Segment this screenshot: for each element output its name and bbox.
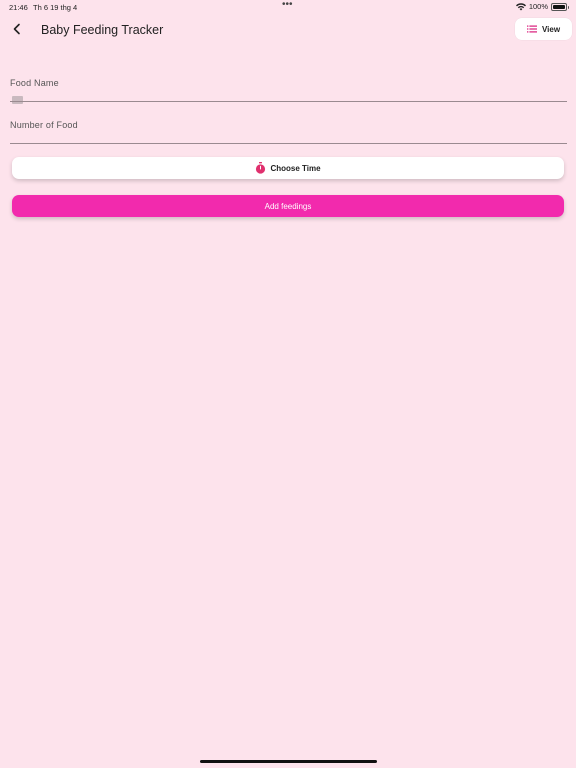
battery-percent: 100% [528, 2, 548, 11]
status-right: 100% [515, 2, 569, 11]
battery-icon [551, 2, 569, 11]
wifi-icon [515, 2, 526, 10]
number-of-food-underline [10, 143, 567, 144]
back-button[interactable] [8, 20, 26, 38]
add-feedings-label: Add feedings [264, 201, 312, 211]
status-date: Th 6 19 thg 4 [33, 3, 78, 12]
view-button[interactable]: View [515, 18, 572, 40]
page-title: Baby Feeding Tracker [41, 23, 164, 37]
view-button-label: View [541, 24, 561, 34]
multitasking-dots[interactable]: ••• [282, 0, 293, 10]
choose-time-label: Choose Time [270, 163, 321, 173]
food-name-input[interactable] [10, 92, 567, 106]
chevron-left-icon [13, 23, 20, 35]
food-name-field[interactable]: Food Name [10, 78, 567, 106]
list-icon [526, 25, 537, 33]
add-feedings-button[interactable]: Add feedings [12, 195, 564, 217]
app-bar: Baby Feeding Tracker View [0, 14, 576, 46]
home-indicator [200, 760, 377, 763]
food-name-underline [10, 101, 567, 102]
food-name-label: Food Name [10, 78, 59, 88]
number-of-food-input[interactable] [10, 130, 567, 144]
number-of-food-field[interactable]: Number of Food [10, 120, 567, 146]
status-bar: 21:46 Th 6 19 thg 4 ••• 100% [0, 0, 576, 14]
text-cursor-handle[interactable] [12, 96, 23, 104]
choose-time-button[interactable]: Choose Time [12, 157, 564, 179]
timer-icon [256, 162, 266, 174]
status-time: 21:46 [9, 3, 28, 12]
number-of-food-label: Number of Food [10, 120, 78, 130]
